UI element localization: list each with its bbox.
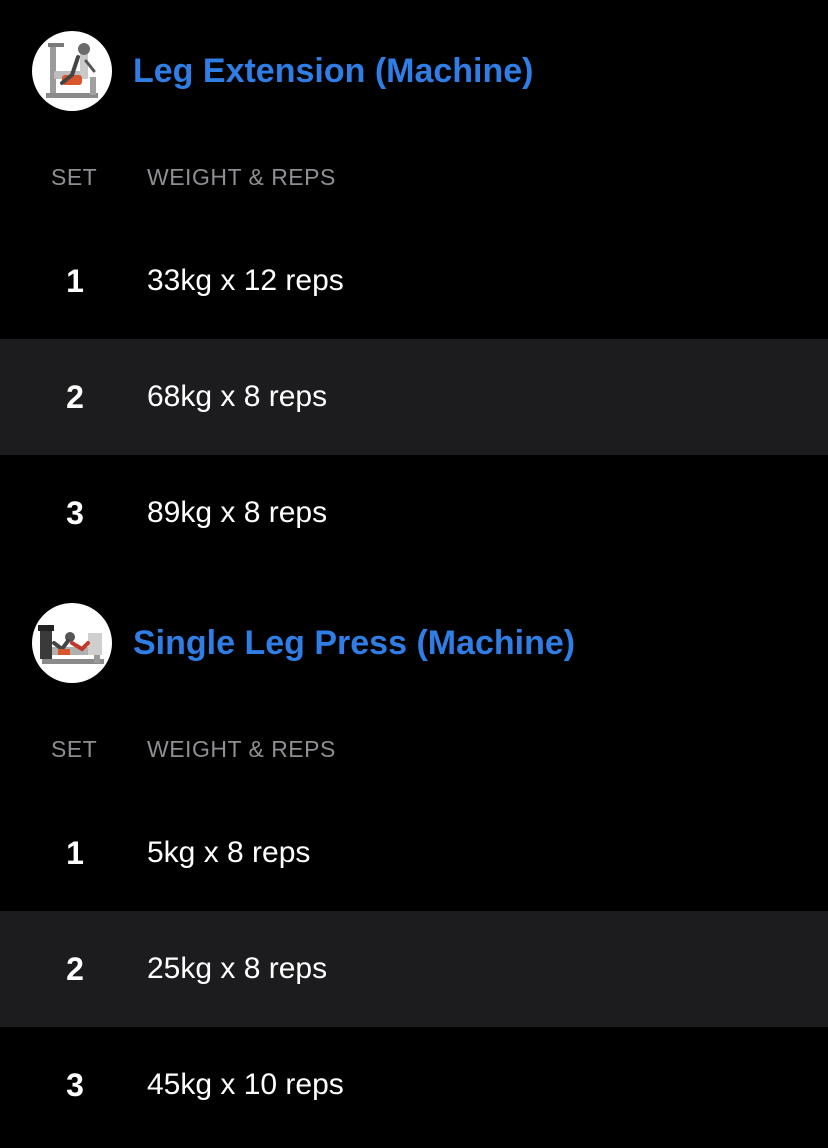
set-weight-reps: 5kg x 8 reps [147, 836, 311, 869]
exercise-header[interactable]: Single Leg Press (Machine) [0, 603, 828, 683]
exercise-title-link[interactable]: Single Leg Press (Machine) [133, 621, 575, 665]
set-weight-reps: 45kg x 10 reps [147, 1068, 344, 1101]
set-row: 2 68kg x 8 reps [0, 339, 828, 455]
set-row: 3 45kg x 10 reps [0, 1027, 828, 1143]
set-table-header: SET WEIGHT & REPS [0, 731, 828, 767]
set-number: 1 [66, 835, 84, 871]
leg-press-machine-icon[interactable] [32, 603, 112, 683]
set-table-header: SET WEIGHT & REPS [0, 159, 828, 195]
set-column-header: SET [51, 164, 98, 190]
leg-extension-machine-icon[interactable] [32, 31, 112, 111]
set-weight-reps: 25kg x 8 reps [147, 952, 328, 985]
set-column-header: SET [51, 736, 98, 762]
set-weight-reps: 33kg x 12 reps [147, 264, 344, 297]
exercise-card: Single Leg Press (Machine) SET WEIGHT & … [0, 603, 828, 1148]
set-weight-reps: 89kg x 8 reps [147, 496, 328, 529]
set-row: 1 33kg x 12 reps [0, 223, 828, 339]
set-number: 3 [66, 1067, 84, 1103]
exercise-header[interactable]: Leg Extension (Machine) [0, 31, 828, 111]
set-row: 2 25kg x 8 reps [0, 911, 828, 1027]
set-weight-reps: 68kg x 8 reps [147, 380, 328, 413]
set-number: 2 [66, 951, 84, 987]
weight-reps-column-header: WEIGHT & REPS [147, 164, 336, 190]
set-row: 1 5kg x 8 reps [0, 795, 828, 911]
set-number: 1 [66, 263, 84, 299]
set-row: 3 89kg x 8 reps [0, 455, 828, 571]
weight-reps-column-header: WEIGHT & REPS [147, 736, 336, 762]
exercise-card: Leg Extension (Machine) SET WEIGHT & REP… [0, 31, 828, 571]
set-number: 2 [66, 379, 84, 415]
set-number: 3 [66, 495, 84, 531]
exercise-title-link[interactable]: Leg Extension (Machine) [133, 49, 534, 93]
